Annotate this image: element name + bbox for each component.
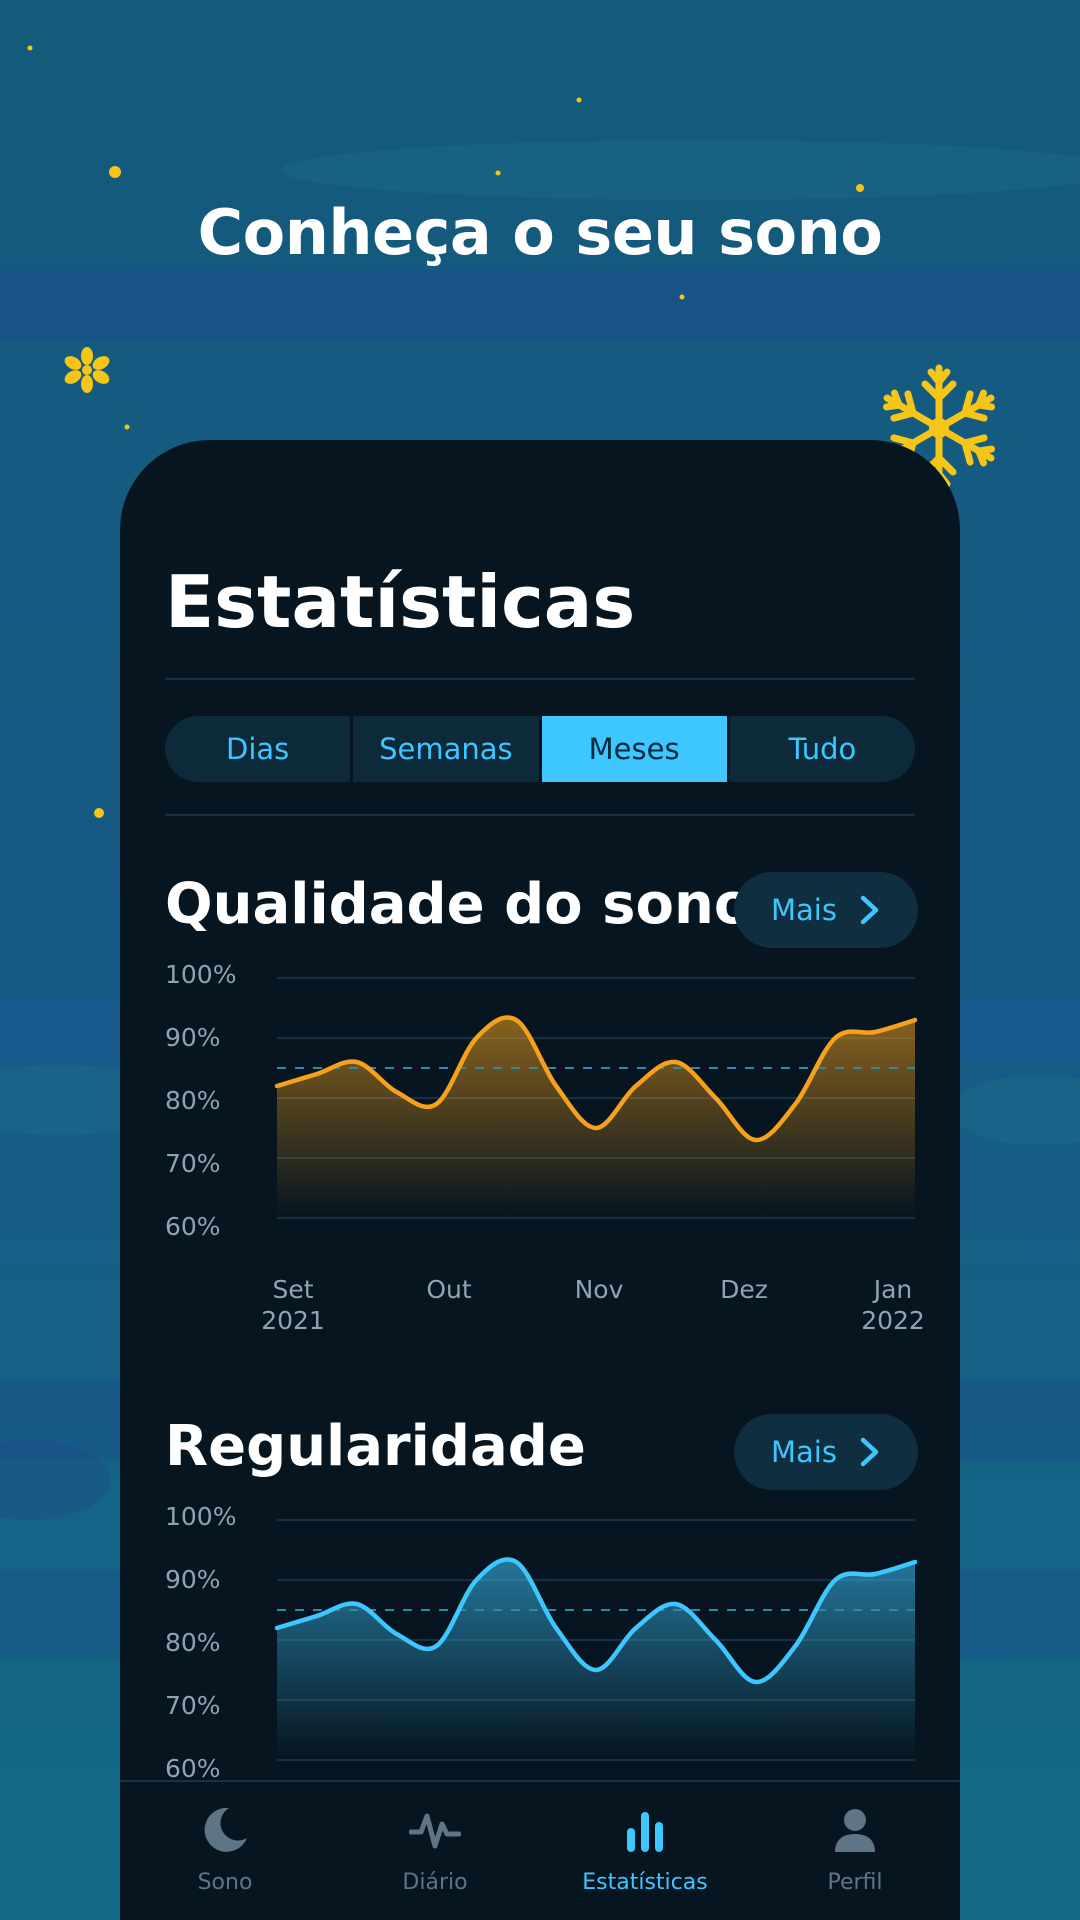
segment-days[interactable]: Dias [165,716,354,782]
y-axis-label: 100% [165,960,237,989]
x-axis-label: Set 2021 [261,1275,325,1335]
bar-chart-icon [627,1812,663,1852]
more-button-label: Mais [771,893,837,927]
segment-all[interactable]: Tudo [730,716,915,782]
quality-chart-svg [274,977,918,1219]
y-axis-label: 80% [165,1628,221,1657]
flower-icon [64,347,110,393]
y-axis-label: 70% [165,1691,221,1720]
tab-diario[interactable]: Diário [330,1782,540,1920]
person-icon [835,1809,875,1852]
quality-chart: 100% 90% 80% 70% 60% Set 2021 Out Nov Dez… [120,960,960,1335]
pulse-icon [409,1813,461,1849]
tab-sono[interactable]: Sono [120,1782,330,1920]
tab-label: Perfil [827,1870,883,1895]
regularity-more-button[interactable]: Mais [734,1414,918,1490]
regularity-chart: 100% 90% 80% 70% 60% [120,1502,960,1780]
y-axis-label: 60% [165,1754,221,1780]
tab-estatisticas[interactable]: Estatísticas [540,1782,750,1920]
x-axis-label: Dez [720,1275,768,1304]
x-axis-label: Out [426,1275,472,1304]
series-area [277,1017,915,1218]
period-segmented-control: Dias Semanas Meses Tudo [165,716,915,782]
screen-title: Estatísticas [165,560,636,644]
y-axis-label: 90% [165,1023,221,1052]
y-axis-label: 90% [165,1565,221,1594]
regularity-title: Regularidade [165,1414,586,1479]
phone-screen: Estatísticas Dias Semanas Meses Tudo Qua… [120,440,960,1920]
tab-label: Diário [402,1870,468,1895]
more-button-label: Mais [771,1435,837,1469]
bottom-tab-bar: Sono Diário Estatísticas Perfil [120,1780,960,1920]
y-axis-label: 80% [165,1086,221,1115]
moon-icon [204,1807,247,1852]
chevron-right-icon [860,895,879,925]
tab-perfil[interactable]: Perfil [750,1782,960,1920]
divider [165,814,915,816]
segment-months[interactable]: Meses [541,716,730,782]
y-axis-label: 100% [165,1502,237,1531]
y-axis-label: 60% [165,1212,221,1241]
tab-label: Estatísticas [582,1870,708,1895]
segment-weeks[interactable]: Semanas [353,716,542,782]
regularity-chart-svg [274,1519,918,1761]
page-headline: Conheça o seu sono [197,196,883,269]
y-axis-label: 70% [165,1149,221,1178]
quality-title: Qualidade do sono [165,872,753,937]
tab-label: Sono [197,1870,253,1895]
chevron-right-icon [860,1437,879,1467]
quality-more-button[interactable]: Mais [734,872,918,948]
x-axis-label: Jan 2022 [861,1275,925,1335]
series-area [277,1559,915,1760]
x-axis-label: Nov [574,1275,624,1304]
divider [165,678,915,680]
